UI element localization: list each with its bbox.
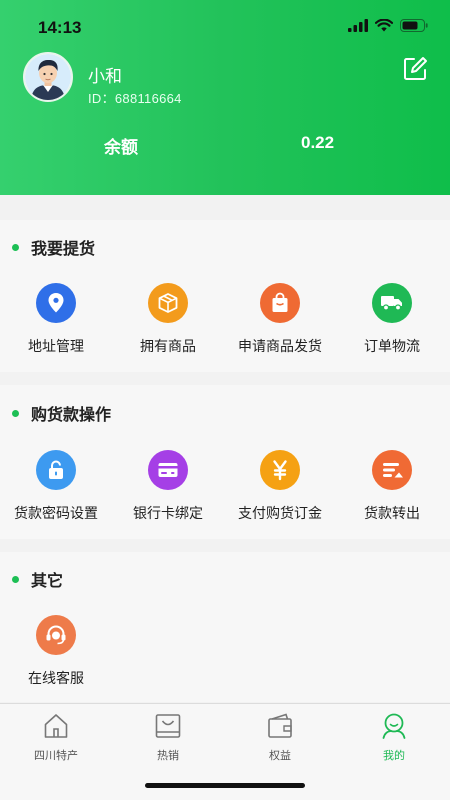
profile-header: 14:13 小和 ID：688116664 余额 0.22: [0, 0, 450, 195]
user-avatar-icon: [25, 54, 71, 100]
signal-icon: [348, 19, 368, 32]
section-pickup-header: 我要提货: [12, 236, 95, 258]
home-icon: [44, 714, 68, 738]
payment-password-button[interactable]: 货款密码设置: [0, 450, 112, 523]
section-dot: [12, 243, 19, 251]
grid-label: 在线客服: [28, 670, 84, 686]
section-title: 购货款操作: [31, 407, 112, 424]
box-icon: [148, 283, 188, 323]
location-pin-icon: [36, 283, 76, 323]
system-icons: [348, 19, 428, 32]
section-payment: 购货款操作 货款密码设置 银行卡绑定 支付购货订金 货款转出: [0, 385, 450, 539]
tab-label: 我的: [383, 750, 405, 762]
shopping-bag-icon: [155, 714, 181, 738]
online-service-button[interactable]: 在线客服: [0, 615, 112, 688]
grid-label: 银行卡绑定: [133, 505, 203, 521]
section-title: 我要提货: [31, 241, 96, 258]
grid-label: 订单物流: [364, 338, 420, 354]
transfer-icon: [372, 450, 412, 490]
section-dot: [12, 575, 19, 583]
tab-label: 权益: [269, 750, 291, 762]
edit-icon: [404, 57, 427, 80]
balance-label: 余额: [104, 138, 138, 157]
wifi-icon: [375, 19, 393, 32]
grid-label: 地址管理: [28, 338, 84, 354]
apply-shipment-button[interactable]: 申请商品发货: [224, 283, 336, 356]
headset-icon: [36, 615, 76, 655]
section-title: 其它: [31, 573, 64, 590]
grid-label: 申请商品发货: [238, 338, 322, 354]
truck-icon: [372, 283, 412, 323]
bank-card-binding-button[interactable]: 银行卡绑定: [112, 450, 224, 523]
tab-benefits[interactable]: 权益: [240, 712, 320, 763]
home-indicator: [145, 783, 305, 788]
status-time: 14:13: [38, 18, 82, 37]
grid-label: 支付购货订金: [238, 505, 322, 521]
user-id: ID：688116664: [88, 91, 182, 106]
balance-value: 0.22: [301, 133, 335, 152]
status-bar: 14:13: [0, 0, 450, 54]
section-payment-header: 购货款操作: [12, 402, 111, 424]
battery-icon: [400, 19, 428, 32]
section-other-header: 其它: [12, 568, 63, 590]
grid-label: 货款密码设置: [14, 505, 98, 521]
profile-icon: [382, 713, 406, 739]
grid-label: 货款转出: [364, 505, 420, 521]
tab-hot-sale[interactable]: 热销: [128, 712, 208, 763]
section-other: 其它 在线客服: [0, 552, 450, 702]
wallet-icon: [268, 713, 292, 738]
card-icon: [148, 450, 188, 490]
tab-label: 热销: [157, 750, 179, 762]
transfer-out-button[interactable]: 货款转出: [336, 450, 448, 523]
tab-mine[interactable]: 我的: [354, 712, 434, 763]
pay-deposit-button[interactable]: 支付购货订金: [224, 450, 336, 523]
order-logistics-button[interactable]: 订单物流: [336, 283, 448, 356]
yen-icon: [260, 450, 300, 490]
owned-products-button[interactable]: 拥有商品: [112, 283, 224, 356]
edit-profile-button[interactable]: [402, 56, 428, 82]
tab-label: 四川特产: [34, 750, 78, 762]
section-dot: [12, 409, 19, 417]
bag-icon: [260, 283, 300, 323]
avatar[interactable]: [23, 52, 73, 102]
section-pickup: 我要提货 地址管理 拥有商品 申请商品发货 订单物流: [0, 220, 450, 372]
tab-home[interactable]: 四川特产: [16, 712, 96, 763]
user-name: 小和: [88, 67, 122, 86]
address-management-button[interactable]: 地址管理: [0, 283, 112, 356]
lock-icon: [36, 450, 76, 490]
grid-label: 拥有商品: [140, 338, 196, 354]
